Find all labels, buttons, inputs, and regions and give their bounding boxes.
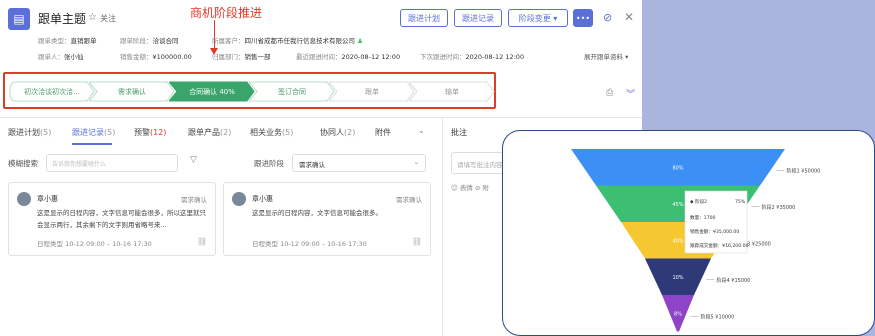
card-author: 章小惠 [252, 195, 273, 203]
annotation-title: 批注 [451, 128, 467, 137]
stage-label: 初次洽谈初次洽... [24, 87, 80, 96]
stage-step[interactable]: 需求确认 [89, 81, 175, 102]
funnel-tooltip: ◆ 阶段2 数量：1700 销售金额：¥35,000.00 跟踪成交金额：¥16,20… [684, 190, 749, 254]
tab-count: (2) [220, 128, 232, 137]
tooltip-percent: 75% [735, 199, 746, 205]
meta-owner: 跟单人：张小仙 [38, 53, 84, 61]
tab-count: (5) [40, 128, 52, 137]
tooltip-line: 销售金额：¥35,000.00 [690, 228, 739, 235]
page-title: 跟单主题 [38, 12, 87, 26]
card-content: 这是显示的日程内容，文字信息可能会很多，所以这里就只会显示两行，其余剩下的文字则… [37, 209, 206, 229]
tab-label: 相关业务 [250, 128, 282, 137]
follow-stage-value: 需求确认 [299, 161, 325, 169]
tab-item[interactable]: 协同人(2) [320, 127, 355, 138]
stage-step[interactable]: 跟单 [329, 81, 415, 102]
meta-department: 归属部门：销售一部 [212, 53, 271, 61]
active-tab-underline [72, 143, 112, 145]
annotation-tools[interactable]: ☺ 表情 ⊘ 附 [451, 182, 489, 192]
meta-deal-type: 跟单类型：直销跟单 [38, 37, 97, 45]
follow-plan-button[interactable]: 跟进计划 [400, 9, 448, 27]
stage-label: 合同确认 40% [189, 87, 235, 96]
funnel-percent-label: 45% [672, 202, 683, 208]
follow-button[interactable]: 关注 [100, 13, 116, 24]
funnel-percent-label: 40% [672, 238, 683, 244]
record-card[interactable]: 章小惠 需求确认 这是显示的日程内容，文字信息可能会很多，所以这里就只会显示两行… [8, 182, 216, 256]
stage-label: 输单 [445, 87, 459, 96]
filter-icon[interactable]: ▽ [190, 155, 197, 165]
funnel-percent-label: 8% [674, 311, 682, 317]
stage-label: 跟单 [365, 87, 379, 96]
collapse-icon[interactable]: ︾ [626, 87, 635, 100]
follow-record-button[interactable]: 跟进记录 [454, 9, 502, 27]
stage-change-button[interactable]: 阶段变更 ▾ [508, 9, 568, 27]
avatar [17, 192, 31, 206]
tabs-chevron-icon[interactable]: ⌄ [418, 126, 425, 135]
tab-label: 跟进计划 [8, 128, 40, 137]
expand-details-link[interactable]: 展开跟单资料 ▾ [584, 51, 628, 61]
follow-stage-select[interactable]: 需求确认 ⌄ [292, 154, 426, 172]
card-footer: 日程类型 10-12 09:00 – 10-16 17:30 [37, 240, 152, 248]
tab-item[interactable]: 跟单产品(2) [188, 127, 231, 138]
funnel-percent-label: 80% [672, 165, 683, 171]
tab-count: (5) [282, 128, 294, 137]
chevron-down-icon: ⌄ [413, 158, 419, 166]
stage-step[interactable]: 合同确认 40% [169, 81, 255, 102]
export-icon[interactable]: ⎙ [606, 88, 613, 98]
tooltip-line: 数量：1700 [690, 214, 716, 221]
tab-item[interactable]: 跟进记录(5) [72, 127, 115, 138]
stage-step[interactable]: 输单 [409, 81, 495, 102]
funnel-percent-label: 10% [672, 275, 683, 281]
tab-item[interactable]: 相关业务(5) [250, 127, 293, 138]
document-icon: ▤ [8, 8, 30, 30]
search-label: 模糊搜索 [8, 159, 38, 168]
tab-label: 预警 [134, 128, 150, 137]
annotation-text: 商机阶段推进 [190, 6, 263, 20]
tab-label: 附件 [375, 128, 391, 137]
tab-bar: 跟进计划(5) 跟进记录(5) 预警(12) 跟单产品(2) 相关业务(5) 协同人(2)… [0, 118, 440, 144]
tab-count: (12) [150, 128, 167, 137]
stage-step[interactable]: 签订合同 [249, 81, 335, 102]
tab-label: 跟单产品 [188, 128, 220, 137]
tab-count: (5) [104, 128, 116, 137]
stage-progress-bar: 初次洽谈初次洽... 需求确认 合同确认 40% 签订合同 跟单 输单 [9, 81, 495, 102]
meta-last-follow: 最近跟进时间：2020-08-12 12:00 [296, 53, 401, 61]
card-author: 章小惠 [37, 195, 58, 203]
star-icon[interactable]: ☆ [88, 12, 97, 23]
avatar [232, 192, 246, 206]
funnel-chart-card: 80% 阶段1 ¥50000 45% 阶段2 ¥35000 40% 阶段3 ¥25000 1… [502, 130, 875, 336]
tab-item[interactable]: 跟进计划(5) [8, 127, 51, 138]
follow-stage-label: 跟进阶段 [254, 159, 284, 168]
compass-icon[interactable]: ⊘ [603, 11, 612, 24]
tab-count: (2) [344, 128, 356, 137]
stage-label: 需求确认 [118, 87, 146, 96]
more-button[interactable]: ••• [573, 9, 593, 27]
close-icon[interactable]: ✕ [624, 10, 634, 24]
funnel-stage-label: 阶段2 ¥35000 [762, 204, 796, 211]
record-card[interactable]: 章小惠 需求确认 这是显示的日程内容，文字信息可能会很多。 日程类型 10-12… [223, 182, 431, 256]
tab-label: 跟进记录 [72, 128, 104, 137]
meta-next-follow: 下次跟进时间：2020-08-12 12:00 [420, 53, 525, 61]
funnel-chart: 80% 阶段1 ¥5000045% 阶段2 ¥3500040% 阶段3 ¥250001… [571, 149, 821, 332]
funnel-stage-label: 阶段5 ¥10000 [701, 313, 735, 320]
card-stage: 需求确认 [181, 196, 207, 204]
meta-customer: 所属客户：四川省成都市任我行信息技术有限公司 ♟ [212, 37, 363, 45]
stage-step[interactable]: 初次洽谈初次洽... [9, 81, 95, 102]
meta-amount: 销售金额：¥100000.00 [120, 53, 192, 61]
funnel-stage-label: 阶段1 ¥50000 [787, 167, 821, 174]
meta-deal-stage: 跟单阶段：洽谈合同 [120, 37, 179, 45]
card-footer: 日程类型 10-12 09:00 – 10-16 17:30 [252, 240, 367, 248]
tab-item[interactable]: 预警(12) [134, 127, 166, 138]
tooltip-line: 跟踪成交金额：¥16,200.00 [690, 242, 749, 249]
funnel-stage-label: 阶段4 ¥15000 [717, 277, 751, 284]
tab-label: 协同人 [320, 128, 344, 137]
stage-label: 签订合同 [278, 87, 306, 96]
link-icon[interactable]: ⛓ [412, 237, 422, 246]
card-content: 这是显示的日程内容，文字信息可能会很多。 [252, 209, 382, 217]
tooltip-line: ◆ 阶段2 [690, 198, 707, 205]
header: ▤ 跟单主题 ☆ 关注 商机阶段推进 跟进计划 跟进记录 阶段变更 ▾ ••• … [0, 0, 642, 72]
link-icon[interactable]: ⛓ [197, 237, 207, 246]
card-stage: 需求确认 [396, 196, 422, 204]
tab-item[interactable]: 附件 [375, 127, 391, 138]
search-input[interactable]: 告诉我你想要啥什么 [46, 154, 178, 172]
